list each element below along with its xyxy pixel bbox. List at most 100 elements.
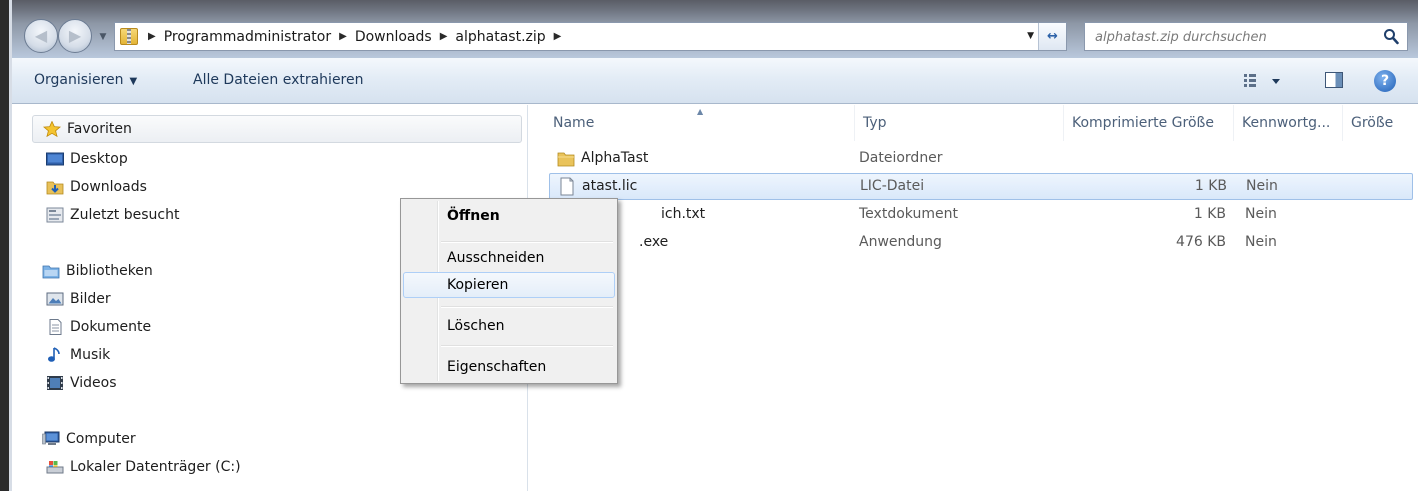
nav-label: Bibliotheken	[66, 263, 153, 279]
recent-places-icon	[46, 207, 64, 223]
file-name: .exe	[639, 234, 669, 250]
address-history-dropdown[interactable]: ▼	[1027, 31, 1034, 41]
column-label: Typ	[863, 115, 887, 131]
nav-pictures[interactable]: Bilder	[46, 288, 111, 310]
nav-computer[interactable]: Computer	[42, 428, 136, 450]
address-toolbar: ◀ ▶ ▼ ▶ Programmadministrator ▶ Download…	[12, 0, 1418, 58]
nav-music[interactable]: Musik	[46, 344, 110, 366]
chevron-right-icon[interactable]: ▶	[148, 31, 156, 42]
nav-recent-places[interactable]: Zuletzt besucht	[46, 204, 179, 226]
file-row[interactable]: AlphaTast Dateiordner	[549, 146, 1413, 173]
file-row-selected[interactable]: atast.lic LIC-Datei 1 KB Nein	[549, 173, 1413, 200]
window-edge	[0, 0, 12, 491]
video-film-icon	[47, 376, 63, 390]
column-label: Komprimierte Größe	[1072, 115, 1214, 131]
nav-label: Dokumente	[70, 319, 152, 335]
forward-button[interactable]: ▶	[58, 19, 92, 53]
nav-label: Desktop	[70, 151, 128, 167]
nav-label: Bilder	[70, 291, 111, 307]
extract-all-label: Alle Dateien extrahieren	[193, 72, 364, 88]
nav-videos[interactable]: Videos	[46, 372, 117, 394]
nav-documents[interactable]: Dokumente	[46, 316, 151, 338]
search-input[interactable]	[1095, 28, 1365, 46]
zip-folder-icon	[118, 26, 140, 48]
column-header-size[interactable]: Größe	[1343, 105, 1418, 141]
desktop-icon	[46, 152, 64, 166]
column-header-type[interactable]: Typ	[855, 105, 1064, 141]
breadcrumb-downloads[interactable]: Downloads	[355, 29, 432, 45]
file-name: AlphaTast	[581, 150, 649, 166]
pictures-icon	[46, 292, 64, 306]
command-bar: Organisieren ▼ Alle Dateien extrahieren ?	[12, 58, 1418, 104]
star-icon	[43, 121, 61, 137]
hard-drive-icon	[46, 461, 64, 474]
menu-item-open[interactable]: Öffnen	[403, 203, 615, 229]
nav-label: Musik	[70, 347, 111, 363]
menu-item-delete[interactable]: Löschen	[403, 313, 615, 339]
file-password-protected: Nein	[1245, 234, 1277, 250]
help-button[interactable]: ?	[1374, 70, 1396, 92]
sort-ascending-icon: ▲	[697, 107, 704, 116]
column-label: Kennwortg...	[1242, 115, 1331, 131]
nav-favorites[interactable]: Favoriten	[32, 115, 522, 143]
chevron-right-icon[interactable]: ▶	[339, 31, 347, 42]
downloads-folder-icon	[46, 181, 64, 195]
menu-item-cut[interactable]: Ausschneiden	[403, 245, 615, 271]
breadcrumb-programmadministrator[interactable]: Programmadministrator	[164, 29, 331, 45]
documents-icon	[49, 319, 62, 335]
libraries-icon	[42, 265, 60, 279]
column-header-password[interactable]: Kennwortg...	[1234, 105, 1343, 141]
file-name: ich.txt	[661, 206, 706, 222]
search-icon[interactable]	[1383, 28, 1399, 45]
organize-button[interactable]: Organisieren ▼	[34, 72, 137, 88]
column-header-compressed-size[interactable]: Komprimierte Größe	[1064, 105, 1234, 141]
help-icon: ?	[1380, 73, 1390, 89]
file-list: Name ▲ Typ Komprimierte Größe Kennwortg.…	[529, 105, 1418, 491]
refresh-button[interactable]: ↔	[1038, 23, 1066, 50]
file-name: atast.lic	[582, 178, 638, 194]
view-options-icon	[1244, 74, 1280, 87]
nav-libraries[interactable]: Bibliotheken	[42, 260, 153, 282]
file-type: LIC-Datei	[860, 178, 925, 194]
nav-label: Computer	[66, 431, 136, 447]
organize-label: Organisieren	[34, 72, 124, 88]
menu-separator	[441, 345, 613, 347]
address-bar[interactable]: ▶ Programmadministrator ▶ Downloads ▶ al…	[114, 22, 1067, 51]
search-box[interactable]	[1084, 22, 1408, 51]
folder-icon	[557, 152, 575, 167]
nav-local-disk[interactable]: Lokaler Datenträger (C:)	[46, 456, 241, 478]
arrow-left-icon: ◀	[34, 26, 48, 45]
extract-all-button[interactable]: Alle Dateien extrahieren	[193, 72, 364, 88]
nav-label: Zuletzt besucht	[70, 207, 180, 223]
menu-item-properties[interactable]: Eigenschaften	[403, 354, 615, 380]
context-menu: Öffnen Ausschneiden Kopieren Löschen Eig…	[400, 198, 618, 384]
preview-pane-button[interactable]	[1325, 72, 1343, 88]
file-password-protected: Nein	[1245, 206, 1277, 222]
menu-item-copy[interactable]: Kopieren	[403, 272, 615, 298]
menu-separator	[441, 241, 613, 243]
file-compressed-size: 1 KB	[1193, 206, 1226, 222]
nav-label: Downloads	[70, 179, 147, 195]
nav-label: Videos	[70, 375, 117, 391]
refresh-icon: ↔	[1047, 29, 1058, 44]
file-type: Anwendung	[859, 234, 942, 250]
breadcrumb-alphatast-zip[interactable]: alphatast.zip	[455, 29, 545, 45]
nav-downloads[interactable]: Downloads	[46, 176, 147, 198]
file-type: Dateiordner	[859, 150, 943, 166]
change-view-button[interactable]	[1242, 71, 1286, 91]
chevron-right-icon[interactable]: ▶	[440, 31, 448, 42]
file-type: Textdokument	[859, 206, 958, 222]
recent-pages-dropdown[interactable]: ▼	[96, 30, 110, 44]
chevron-right-icon[interactable]: ▶	[554, 31, 562, 42]
nav-desktop[interactable]: Desktop	[46, 148, 128, 170]
file-compressed-size: 476 KB	[1176, 234, 1226, 250]
arrow-right-icon: ▶	[68, 26, 82, 45]
file-password-protected: Nein	[1246, 178, 1278, 194]
back-button[interactable]: ◀	[24, 19, 58, 53]
file-row[interactable]: .exe Anwendung 476 KB Nein	[549, 230, 1413, 257]
computer-icon	[42, 431, 60, 445]
file-row[interactable]: ich.txt Textdokument 1 KB Nein	[549, 202, 1413, 229]
column-header-name[interactable]: Name ▲	[545, 105, 855, 141]
column-label: Name	[553, 115, 595, 131]
music-note-icon	[48, 347, 60, 362]
